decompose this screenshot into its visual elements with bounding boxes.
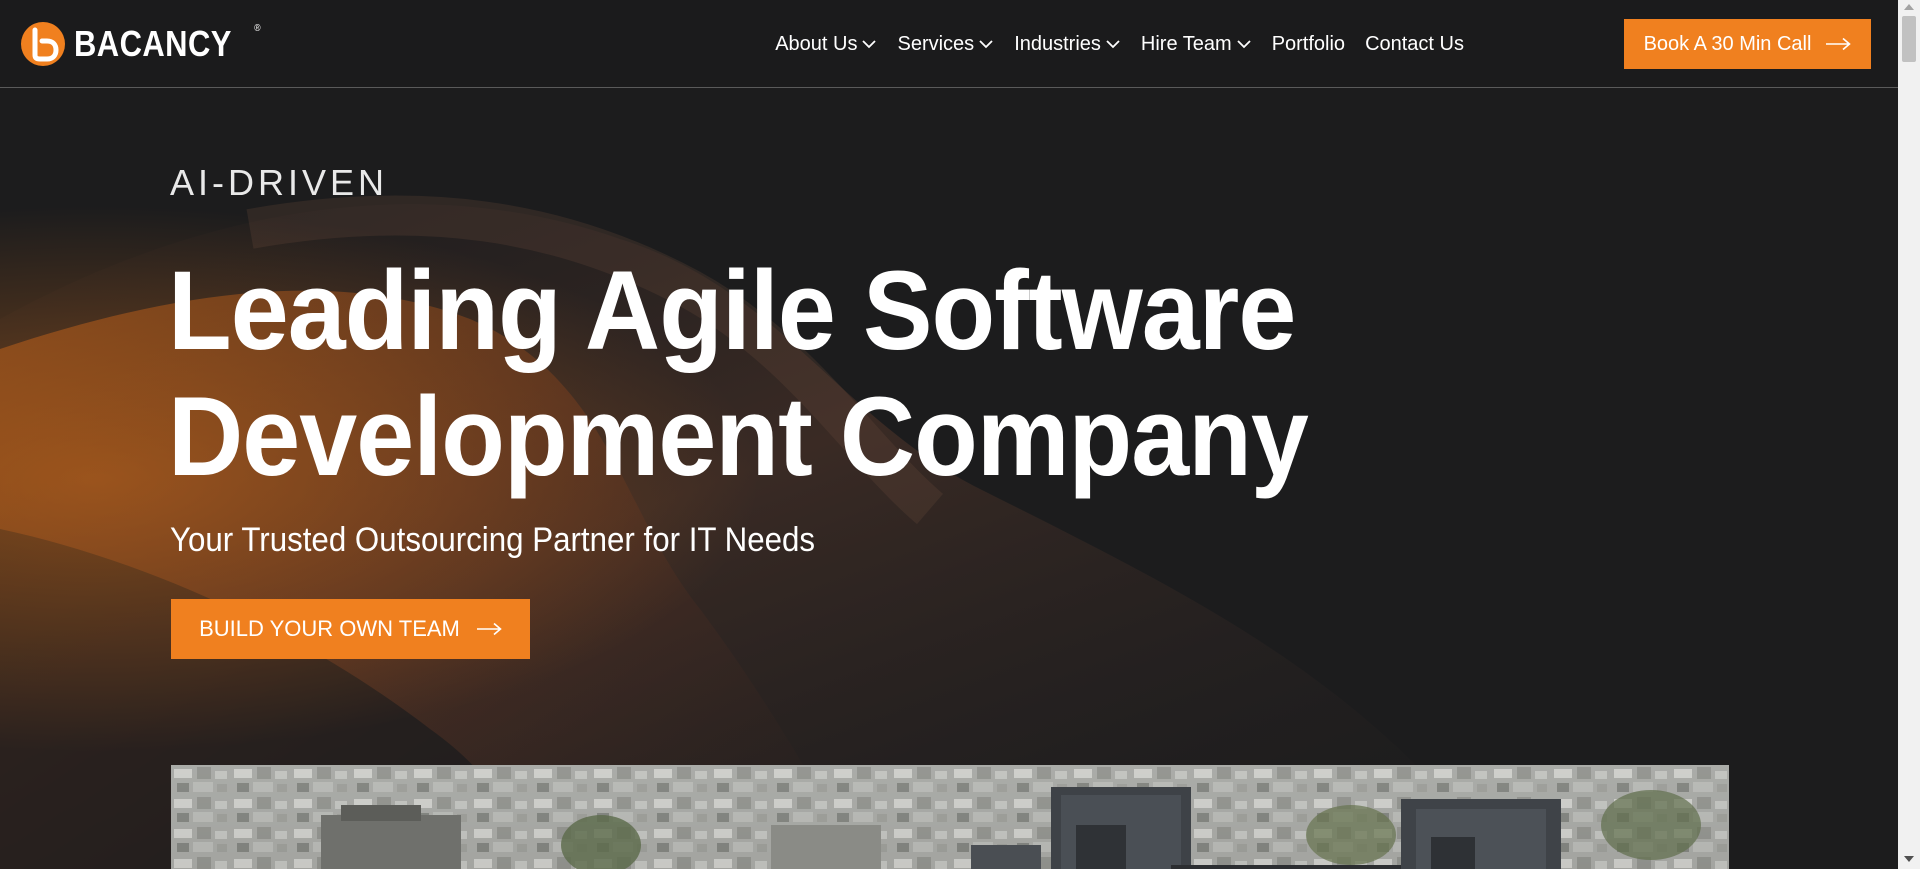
chevron-down-icon	[979, 40, 993, 49]
scroll-up-icon[interactable]	[1904, 4, 1914, 10]
main-nav: About Us Services Industries Hire Team P…	[765, 0, 1474, 88]
hero-headline-line-2: Development Company	[168, 374, 1309, 499]
build-team-label: BUILD YOUR OWN TEAM	[199, 616, 460, 641]
nav-item-label: Services	[897, 32, 975, 55]
chevron-down-icon	[1237, 40, 1251, 49]
scroll-down-icon[interactable]	[1904, 856, 1914, 862]
nav-item-hire-team[interactable]: Hire Team	[1131, 33, 1262, 56]
nav-item-label: Portfolio	[1271, 32, 1346, 55]
site-header: BACANCY ® About Us Services Industries H…	[0, 0, 1898, 88]
nav-item-label: Industries	[1014, 32, 1101, 55]
nav-item-industries[interactable]: Industries	[1004, 33, 1131, 56]
chevron-down-icon	[1106, 40, 1120, 49]
chevron-down-icon	[862, 40, 877, 49]
viewport: BACANCY ® About Us Services Industries H…	[0, 0, 1898, 869]
arrow-right-icon	[476, 622, 502, 636]
hero-headline: Leading Agile Software Development Compa…	[168, 248, 1470, 500]
nav-item-label: Hire Team	[1140, 32, 1232, 55]
hero-headline-line-1: Leading Agile Software	[168, 248, 1296, 373]
nav-item-services[interactable]: Services	[887, 33, 1004, 56]
brand-logo[interactable]: BACANCY ®	[20, 20, 262, 68]
nav-item-portfolio[interactable]: Portfolio	[1262, 33, 1355, 56]
nav-item-about-us[interactable]: About Us	[765, 33, 887, 56]
scrollbar-thumb[interactable]	[1902, 16, 1916, 62]
registered-mark: ®	[254, 23, 262, 34]
arrow-right-icon	[1826, 37, 1852, 51]
page: BACANCY ® About Us Services Industries H…	[0, 0, 1920, 869]
hero-subheadline: Your Trusted Outsourcing Partner for IT …	[170, 521, 816, 559]
nav-item-contact-us[interactable]: Contact Us	[1355, 33, 1474, 56]
hero-eyebrow: AI-DRIVEN	[170, 162, 389, 203]
build-team-button[interactable]: BUILD YOUR OWN TEAM	[171, 599, 530, 659]
hero-city-image	[171, 765, 1729, 869]
nav-item-label: Contact Us	[1365, 32, 1464, 55]
book-call-button[interactable]: Book A 30 Min Call	[1624, 19, 1871, 69]
brand-name: BACANCY ®	[74, 23, 262, 64]
book-call-label: Book A 30 Min Call	[1643, 32, 1812, 55]
bacancy-logo-icon	[21, 22, 65, 66]
nav-item-label: About Us	[775, 32, 858, 55]
vertical-scrollbar[interactable]	[1898, 0, 1920, 869]
